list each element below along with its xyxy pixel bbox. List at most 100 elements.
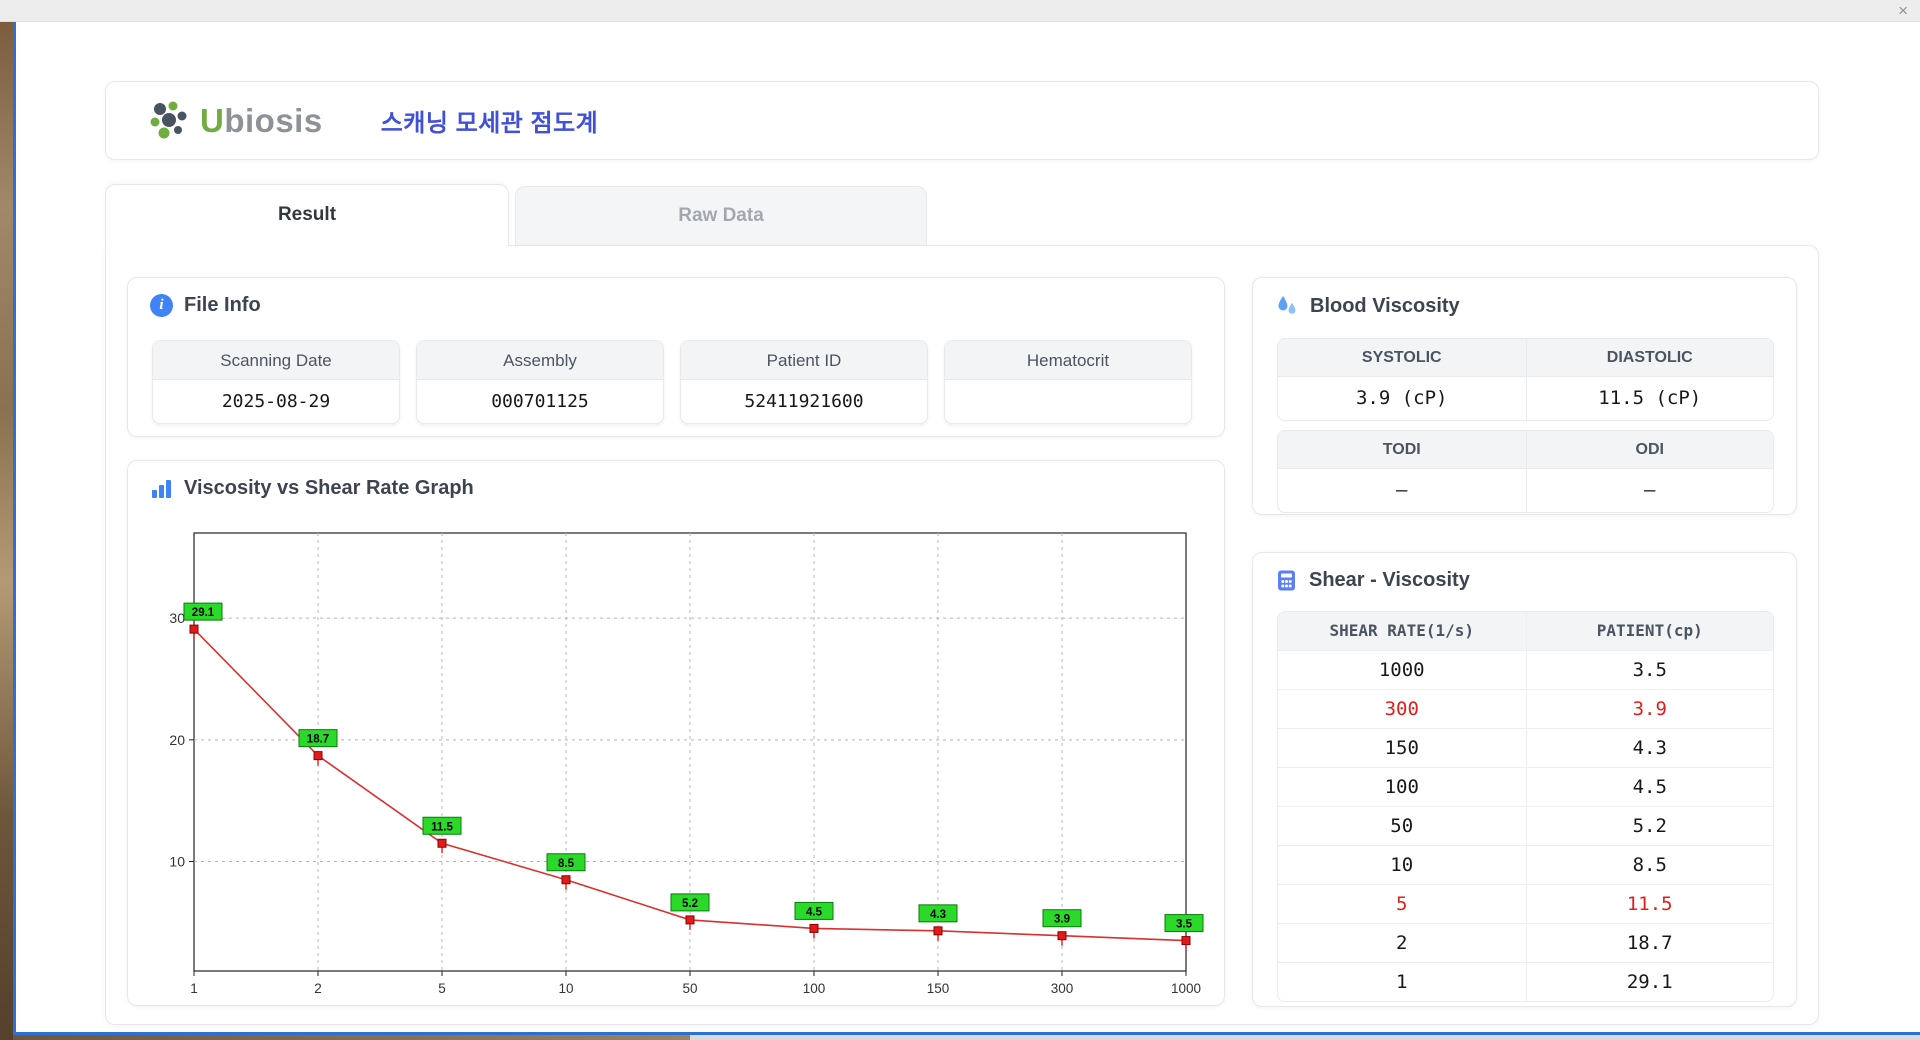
svg-text:3.5: 3.5 [1176,919,1193,931]
todi-value: – [1278,469,1526,512]
patient-cell: 4.5 [1526,768,1774,806]
rate-cell: 50 [1278,807,1526,845]
rate-cell: 1 [1278,963,1526,1001]
file-info-title-text: File Info [184,294,261,317]
rate-cell: 2 [1278,924,1526,962]
table-row: 3003.9 [1278,689,1773,728]
close-button[interactable]: × [1898,0,1908,22]
logo-rest: biosis [224,102,322,139]
odi-label: ODI [1526,431,1774,469]
field-value: 000701125 [417,380,663,423]
col-header-shear-rate: SHEAR RATE(1/s) [1278,612,1526,650]
odi-value: – [1526,469,1774,512]
field-value: 2025-08-29 [153,380,399,423]
shear-viscosity-title-text: Shear - Viscosity [1309,569,1470,592]
svg-text:1: 1 [190,981,198,996]
rate-cell: 10 [1278,846,1526,884]
field-label: Assembly [417,341,663,380]
bottom-edge-brown [0,1035,690,1040]
rate-cell: 1000 [1278,651,1526,689]
desktop-left-edge [0,22,13,1040]
calculator-icon [1275,569,1298,592]
svg-text:11.5: 11.5 [431,821,453,833]
desktop-bottom-edge [0,1035,1920,1040]
patient-cell: 3.9 [1526,690,1774,728]
graph-title: Viscosity vs Shear Rate Graph [150,477,474,500]
field-value [945,380,1191,423]
table-row: 1004.5 [1278,767,1773,806]
svg-text:20: 20 [169,732,185,748]
tab-result[interactable]: Result [105,184,509,246]
todi-label: TODI [1278,431,1526,469]
svg-text:150: 150 [927,981,950,996]
table-row: 1504.3 [1278,728,1773,767]
systolic-value: 3.9 (cP) [1278,377,1526,420]
top-strip: × [0,0,1920,22]
logo-u: U [200,102,224,139]
field-patient-id: Patient ID 52411921600 [680,340,928,424]
field-hematocrit: Hematocrit [944,340,1192,424]
todi-odi-block: TODI ODI – – [1277,430,1774,513]
table-row: 108.5 [1278,845,1773,884]
blood-viscosity-card: Blood Viscosity SYSTOLIC DIASTOLIC 3.9 (… [1252,277,1797,515]
file-info-title: i File Info [150,294,261,317]
patient-cell: 29.1 [1526,963,1774,1001]
patient-cell: 4.3 [1526,729,1774,767]
svg-text:8.5: 8.5 [558,858,575,870]
rate-cell: 300 [1278,690,1526,728]
header-card: Ubiosis 스캐닝 모세관 점도계 [105,81,1819,160]
svg-text:1000: 1000 [1171,981,1201,996]
svg-text:29.1: 29.1 [192,607,215,619]
svg-text:2: 2 [314,981,322,996]
ubiosis-logo-text: Ubiosis [200,102,323,140]
table-header-row: SHEAR RATE(1/s) PATIENT(cp) [1278,612,1773,650]
svg-text:3.9: 3.9 [1054,914,1070,926]
app-title: 스캐닝 모세관 점도계 [381,103,599,138]
svg-text:100: 100 [803,981,826,996]
systolic-diastolic-block: SYSTOLIC DIASTOLIC 3.9 (cP) 11.5 (cP) [1277,338,1774,421]
ubiosis-logo: Ubiosis [148,100,323,142]
svg-text:10: 10 [558,981,573,996]
main-panel: i File Info Scanning Date 2025-08-29 Ass… [105,245,1819,1025]
file-info-card: i File Info Scanning Date 2025-08-29 Ass… [127,277,1225,437]
systolic-label: SYSTOLIC [1278,339,1526,377]
patient-cell: 18.7 [1526,924,1774,962]
blood-viscosity-title-text: Blood Viscosity [1310,295,1460,318]
graph-title-text: Viscosity vs Shear Rate Graph [184,477,474,500]
table-row: 10003.5 [1278,650,1773,689]
tab-raw-data[interactable]: Raw Data [515,186,927,245]
bottom-edge-gray [690,1035,1920,1040]
svg-text:300: 300 [1051,981,1074,996]
table-row: 218.7 [1278,923,1773,962]
app-window: Ubiosis 스캐닝 모세관 점도계 Result Raw Data i Fi… [13,22,1920,1035]
shear-viscosity-card: Shear - Viscosity SHEAR RATE(1/s) PATIEN… [1252,552,1797,1007]
table-row: 511.5 [1278,884,1773,923]
table-row: 505.2 [1278,806,1773,845]
patient-cell: 11.5 [1526,885,1774,923]
diastolic-value: 11.5 (cP) [1526,377,1774,420]
svg-text:4.3: 4.3 [930,909,946,921]
col-header-patient: PATIENT(cp) [1526,612,1774,650]
patient-cell: 5.2 [1526,807,1774,845]
field-label: Scanning Date [153,341,399,380]
svg-text:5.2: 5.2 [682,898,698,910]
rate-cell: 100 [1278,768,1526,806]
svg-text:18.7: 18.7 [307,734,329,746]
droplet-icon [1275,294,1299,318]
patient-cell: 3.5 [1526,651,1774,689]
info-icon: i [150,294,173,317]
field-label: Patient ID [681,341,927,380]
table-row: 129.1 [1278,962,1773,1001]
bar-chart-icon [150,477,173,500]
field-scanning-date: Scanning Date 2025-08-29 [152,340,400,424]
viscosity-chart: 1020301251050100150300100029.118.711.58.… [148,527,1208,997]
svg-text:50: 50 [682,981,697,996]
rate-cell: 150 [1278,729,1526,767]
blood-viscosity-title: Blood Viscosity [1275,294,1460,318]
viscosity-graph-card: Viscosity vs Shear Rate Graph 1020301251… [127,460,1225,1006]
field-assembly: Assembly 000701125 [416,340,664,424]
rate-cell: 5 [1278,885,1526,923]
patient-cell: 8.5 [1526,846,1774,884]
diastolic-label: DIASTOLIC [1526,339,1774,377]
svg-text:10: 10 [169,854,185,870]
